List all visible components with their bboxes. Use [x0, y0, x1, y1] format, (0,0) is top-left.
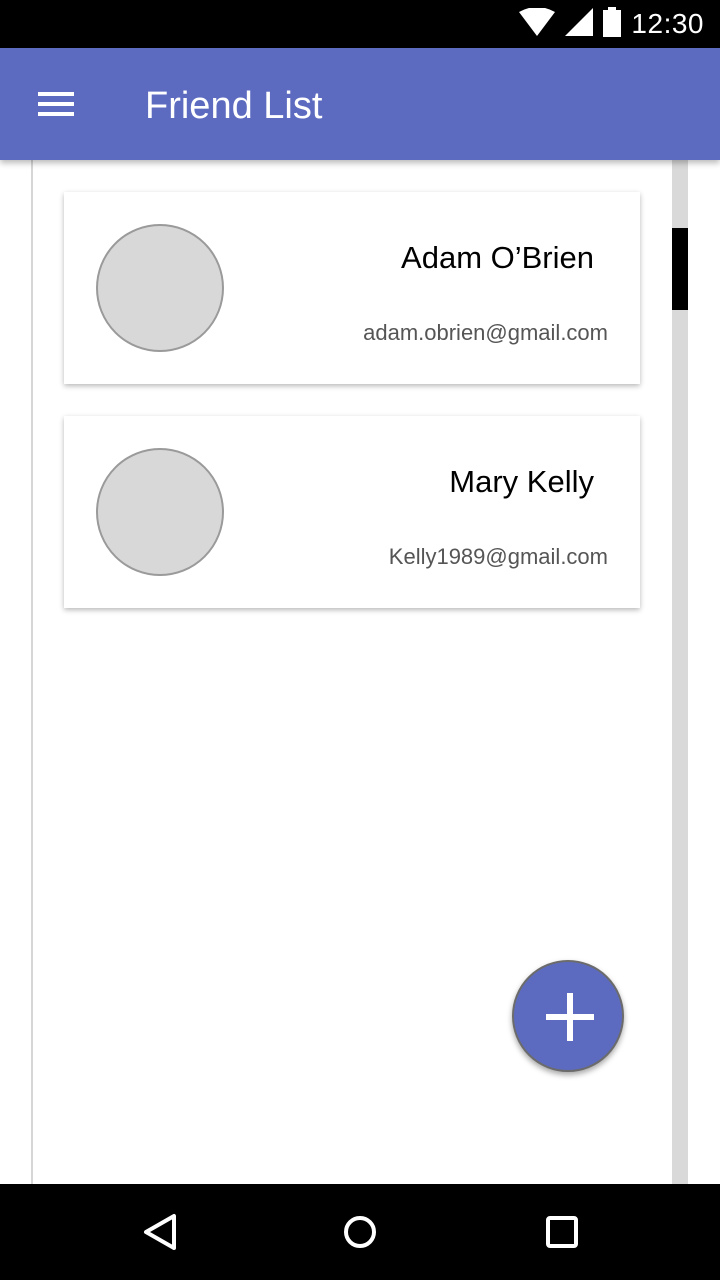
recents-icon[interactable] [528, 1198, 596, 1266]
scrollbar-thumb[interactable] [672, 228, 688, 310]
scrollbar-track[interactable] [672, 160, 688, 1184]
app-bar: Friend List [0, 48, 720, 160]
navigation-bar [0, 1184, 720, 1280]
friend-name: Mary Kelly [449, 464, 594, 499]
friend-card[interactable]: Adam O’Brien adam.obrien@gmail.com [64, 192, 640, 384]
status-time: 12:30 [631, 8, 704, 39]
home-icon[interactable] [326, 1198, 394, 1266]
back-icon[interactable] [126, 1198, 194, 1266]
avatar [96, 448, 224, 576]
friend-email: adam.obrien@gmail.com [363, 320, 608, 345]
menu-icon[interactable] [28, 84, 84, 124]
signal-icon [565, 7, 594, 41]
add-friend-button[interactable] [512, 960, 624, 1072]
page-title: Friend List [145, 85, 323, 127]
friend-email: Kelly1989@gmail.com [388, 544, 608, 569]
status-bar: 12:30 [0, 0, 720, 48]
battery-icon [603, 6, 622, 42]
status-icons: 12:30 [519, 0, 704, 48]
friend-name: Adam O’Brien [401, 240, 594, 275]
avatar [96, 224, 224, 352]
friend-card[interactable]: Mary Kelly Kelly1989@gmail.com [64, 416, 640, 608]
wifi-icon [519, 6, 556, 41]
